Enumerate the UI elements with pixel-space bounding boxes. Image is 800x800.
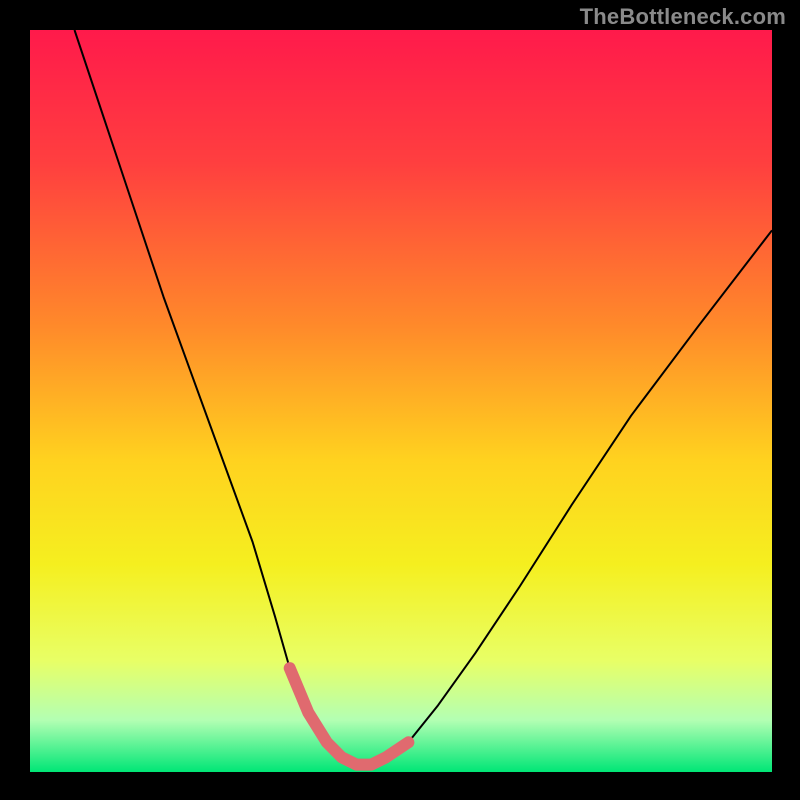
plot-background: [30, 30, 772, 772]
bottleneck-chart: [0, 0, 800, 800]
chart-frame: { "watermark": "TheBottleneck.com", "cha…: [0, 0, 800, 800]
